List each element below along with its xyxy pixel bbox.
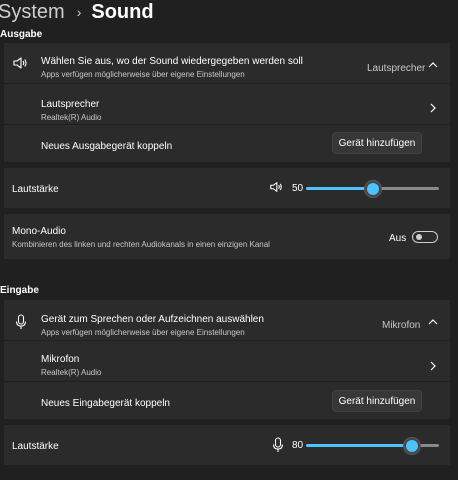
output-device-lautsprecher[interactable]: Lautsprecher Realtek(R) Audio [4, 84, 450, 124]
section-title-output: Ausgabe [0, 29, 43, 40]
microphone-icon [15, 314, 27, 330]
microphone-icon[interactable] [272, 437, 284, 453]
output-volume-value: 50 [292, 183, 304, 194]
mono-audio-card: Mono-Audio Kombinieren des linken und re… [4, 214, 450, 259]
output-pair-row: Neues Ausgabegerät koppeln Gerät hinzufü… [4, 125, 450, 162]
page-title: Sound [91, 0, 154, 23]
output-choose-subtitle: Apps verfügen möglicherweise über eigene… [41, 70, 245, 79]
input-volume-value: 80 [292, 440, 304, 451]
output-choose-row[interactable]: Wählen Sie aus, wo der Sound wiedergegeb… [4, 43, 450, 83]
output-volume-label: Lautstärke [12, 184, 59, 195]
input-volume-label: Lautstärke [12, 441, 59, 452]
output-selected-device: Lautsprecher [367, 63, 426, 74]
output-volume-thumb[interactable] [366, 182, 379, 195]
input-volume-fill [306, 444, 413, 447]
input-device-card: Gerät zum Sprechen oder Aufzeichnen ausw… [4, 300, 450, 419]
output-pair-label: Neues Ausgabegerät koppeln [41, 141, 173, 152]
speaker-icon[interactable] [269, 180, 283, 194]
output-device-name: Lautsprecher [41, 99, 100, 110]
chevron-right-icon [430, 103, 436, 113]
chevron-right-icon [430, 361, 436, 371]
add-input-device-button[interactable]: Gerät hinzufügen [332, 390, 422, 412]
output-choose-title: Wählen Sie aus, wo der Sound wiedergegeb… [41, 56, 303, 67]
section-title-input: Eingabe [0, 285, 39, 296]
input-pair-row: Neues Eingabegerät koppeln Gerät hinzufü… [4, 382, 450, 419]
input-device-detail: Realtek(R) Audio [41, 368, 102, 377]
input-choose-title: Gerät zum Sprechen oder Aufzeichnen ausw… [41, 314, 264, 325]
input-choose-row[interactable]: Gerät zum Sprechen oder Aufzeichnen ausw… [4, 300, 450, 340]
input-volume-thumb[interactable] [406, 439, 419, 452]
input-device-mikrofon[interactable]: Mikrofon Realtek(R) Audio [4, 341, 450, 381]
mono-audio-toggle[interactable] [412, 231, 438, 243]
breadcrumb: System › Sound [0, 0, 154, 24]
mono-audio-title: Mono-Audio [12, 226, 66, 237]
chevron-up-icon[interactable] [428, 61, 438, 69]
toggle-knob [416, 234, 422, 240]
input-device-name: Mikrofon [41, 354, 80, 365]
output-volume-slider[interactable] [306, 182, 439, 195]
input-volume-card: Lautstärke 80 [4, 425, 450, 465]
input-pair-label: Neues Eingabegerät koppeln [41, 398, 170, 409]
output-device-detail: Realtek(R) Audio [41, 113, 102, 122]
input-selected-device: Mikrofon [382, 320, 421, 331]
input-volume-slider[interactable] [306, 439, 439, 452]
mono-audio-state: Aus [389, 233, 407, 244]
output-volume-card: Lautstärke 50 [4, 168, 450, 208]
chevron-up-icon[interactable] [428, 318, 438, 326]
output-device-card: Wählen Sie aus, wo der Sound wiedergegeb… [4, 43, 450, 162]
output-volume-fill [306, 187, 373, 190]
breadcrumb-separator: › [76, 4, 82, 20]
input-choose-subtitle: Apps verfügen möglicherweise über eigene… [41, 328, 245, 337]
speaker-icon [12, 55, 28, 71]
mono-audio-subtitle: Kombinieren des linken und rechten Audio… [12, 240, 270, 249]
breadcrumb-system[interactable]: System [0, 1, 65, 24]
add-output-device-button[interactable]: Gerät hinzufügen [332, 132, 422, 154]
